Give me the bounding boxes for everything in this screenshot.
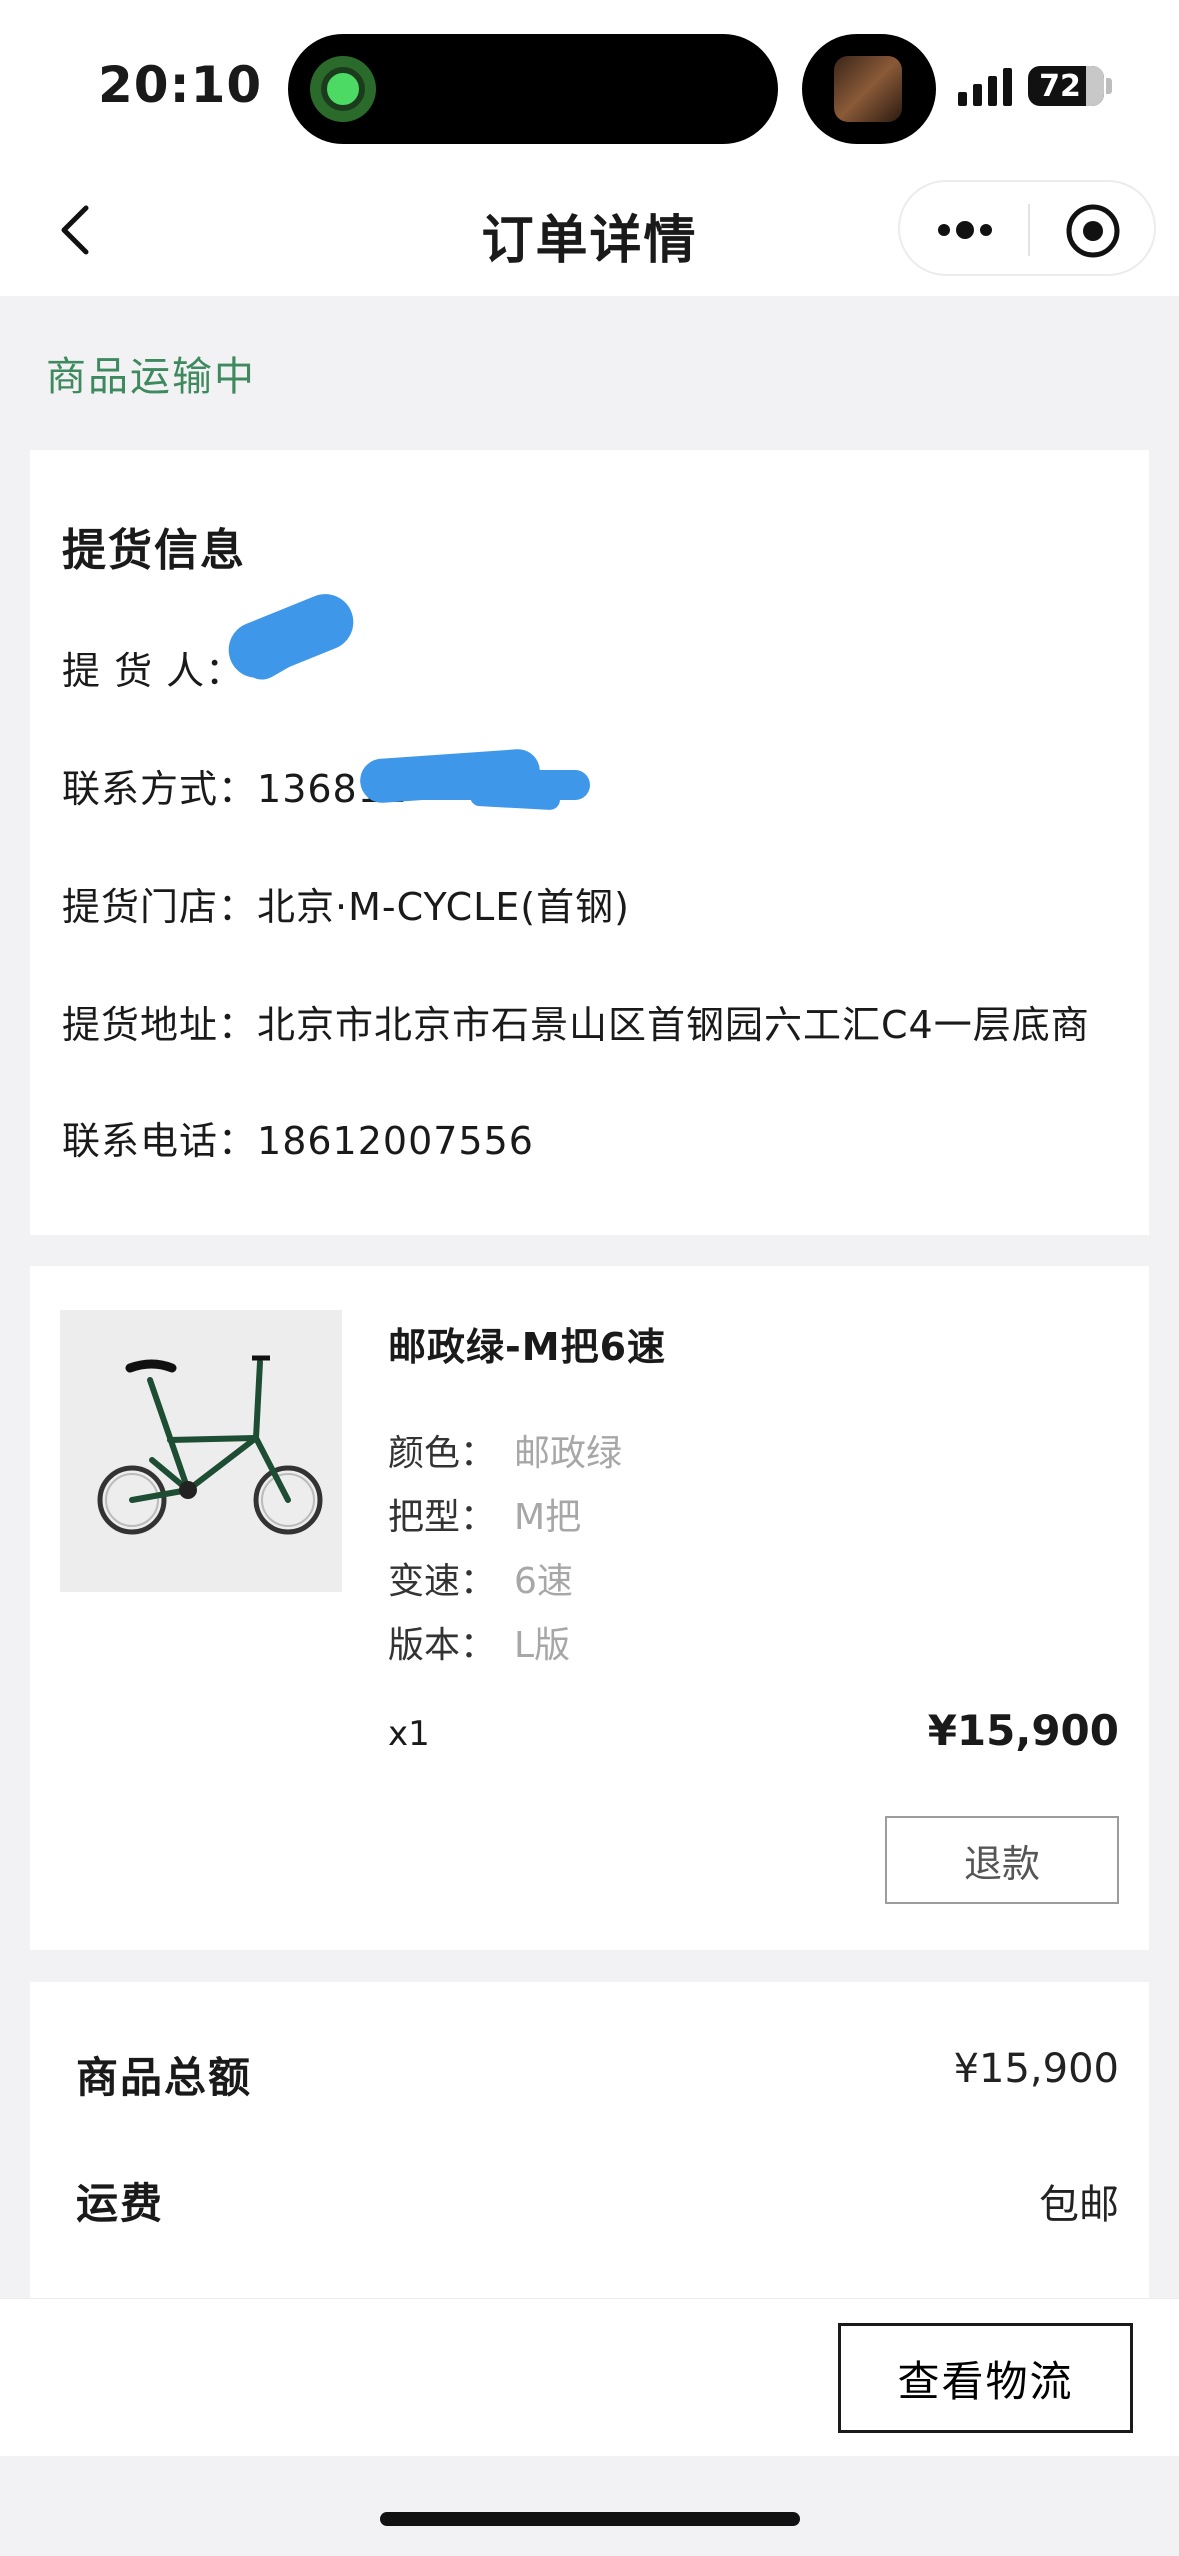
shipping-label: 运费 [76, 2179, 165, 2228]
album-art-icon [834, 56, 902, 122]
battery-level: 72 [1039, 68, 1081, 104]
pickup-store-row: 提货门店：北京·M-CYCLE(首钢) [62, 885, 630, 929]
spec-color: 颜色： 邮政绿 [388, 1433, 623, 1474]
shipping-value: 包邮 [1039, 2182, 1119, 2228]
more-dots-icon[interactable] [934, 212, 996, 248]
status-time: 20:10 [98, 56, 263, 114]
dynamic-island [288, 34, 778, 144]
view-logistics-button[interactable]: 查看物流 [838, 2323, 1133, 2433]
product-price: ¥15,900 [927, 1706, 1119, 1755]
close-miniprogram-icon[interactable] [1064, 202, 1122, 260]
spec-gears: 变速： 6速 [388, 1561, 573, 1602]
order-status-label: 商品运输中 [46, 354, 256, 400]
pickup-address-row: 提货地址：北京市北京市石景山区首钢园六工汇C4一层底商 [62, 1003, 1090, 1047]
now-playing-island [802, 34, 936, 144]
pickup-title: 提货信息 [62, 525, 246, 576]
pickup-info-card: 提货信息 提 货 人： 联系方式：136812 提货门店：北京·M-CYCLE(… [30, 450, 1149, 1235]
redaction-mark [469, 785, 561, 811]
quantity: x1 [388, 1714, 430, 1754]
order-summary-card: 商品总额 ¥15,900 运费 包邮 [30, 1982, 1149, 2302]
signal-icon [958, 66, 1012, 106]
total-label: 商品总额 [76, 2053, 253, 2102]
product-name: 邮政绿-M把6速 [388, 1325, 667, 1369]
product-card: 邮政绿-M把6速 颜色： 邮政绿 把型： M把 变速： 6速 版本： L版 x1 ¥15… [30, 1266, 1149, 1950]
nav-bar: 订单详情 [0, 170, 1179, 296]
refund-button[interactable]: 退款 [885, 1816, 1119, 1904]
miniprogram-capsule [898, 180, 1156, 276]
pickup-person-row: 提 货 人： [62, 649, 245, 693]
activity-app-icon [310, 56, 376, 122]
status-bar: 20:10 72 [0, 0, 1179, 170]
contact-phone-row[interactable]: 联系电话：18612007556 [62, 1110, 534, 1165]
home-indicator[interactable] [380, 2512, 800, 2526]
battery-icon: 72 [1028, 66, 1104, 106]
spec-version: 版本： L版 [388, 1625, 571, 1666]
total-value: ¥15,900 [953, 2046, 1119, 2092]
contact-method-row: 联系方式：136812 [62, 767, 409, 811]
bicycle-image[interactable] [60, 1310, 342, 1592]
bottom-action-bar: 查看物流 [0, 2298, 1179, 2456]
spec-handlebar: 把型： M把 [388, 1497, 582, 1538]
